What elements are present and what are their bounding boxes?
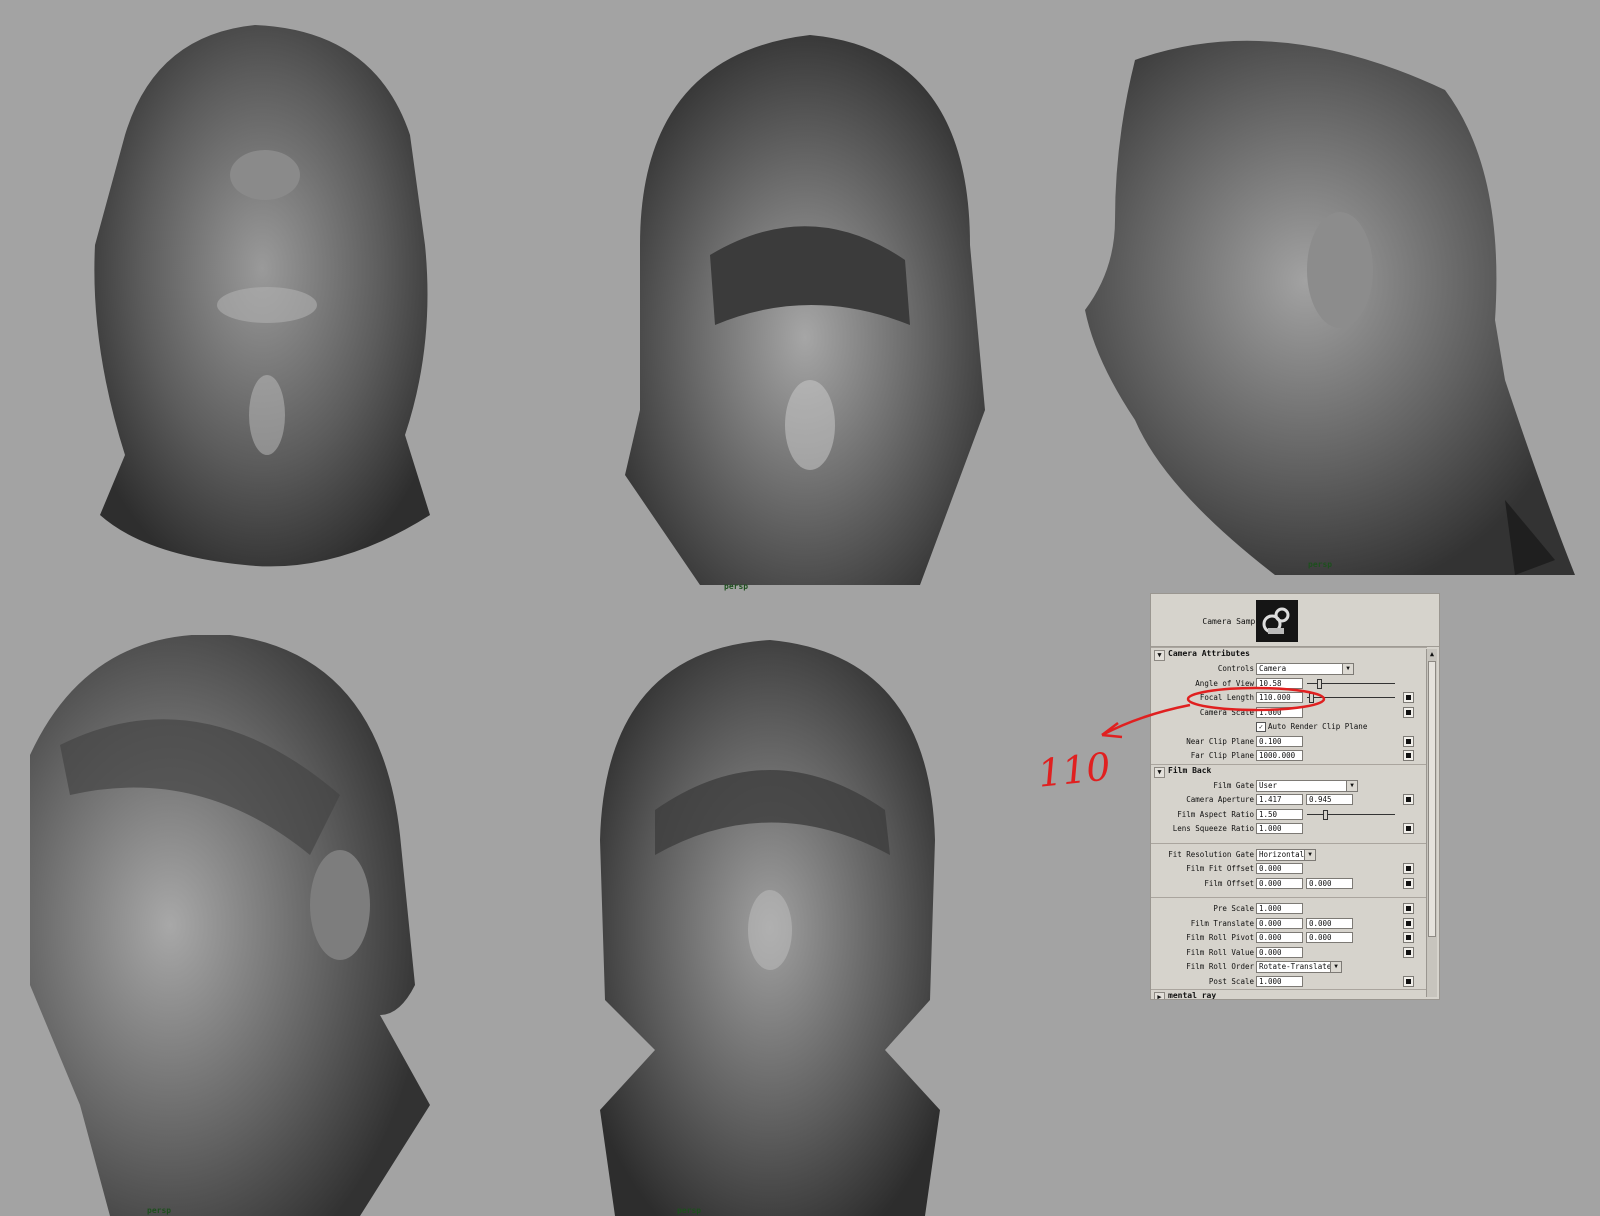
film-aspect-ratio-slider[interactable] — [1307, 809, 1395, 820]
film-roll-value-label: Film Roll Value — [1186, 947, 1254, 957]
map-button[interactable] — [1403, 975, 1414, 987]
chevron-down-icon: ▼ — [1304, 849, 1315, 860]
post-scale-label: Post Scale — [1208, 976, 1254, 986]
film-roll-order-label: Film Roll Order — [1186, 962, 1254, 971]
film-translate-field-1[interactable]: 0.000 — [1256, 917, 1303, 929]
row-film-roll-pivot: Film Roll Pivot 0.000 0.000 — [1151, 931, 1427, 946]
film-translate-field-2[interactable]: 0.000 — [1306, 917, 1353, 929]
film-roll-pivot-label: Film Roll Pivot — [1186, 933, 1254, 942]
map-button[interactable] — [1403, 823, 1414, 834]
map-button[interactable] — [1403, 863, 1414, 874]
map-button[interactable] — [1403, 750, 1414, 761]
row-film-offset: Film Offset 0.000 0.000 — [1151, 877, 1427, 892]
section-title: mental ray — [1168, 991, 1217, 999]
fit-resolution-gate-label: Fit Resolution Gate — [1168, 849, 1254, 859]
scrollbar-thumb[interactable] — [1428, 661, 1436, 937]
map-button[interactable] — [1403, 903, 1414, 914]
row-film-roll-order: Film Roll Order Rotate-Translate ▼ — [1151, 960, 1427, 975]
film-offset-field-1[interactable]: 0.000 — [1256, 877, 1303, 889]
film-roll-order-dropdown[interactable]: Rotate-Translate ▼ — [1256, 961, 1342, 973]
chevron-down-icon: ▼ — [1330, 962, 1341, 972]
viewport-side[interactable] — [1075, 20, 1580, 575]
viewport-front-high[interactable] — [620, 25, 1000, 595]
collapse-triangle-icon[interactable]: ▼ — [1154, 650, 1165, 661]
pre-scale-label: Pre Scale — [1213, 904, 1254, 913]
viewport-label-front-high: persp — [724, 582, 749, 591]
lens-squeeze-ratio-field[interactable]: 1.000 — [1256, 823, 1303, 834]
controls-label: Controls — [1217, 664, 1254, 673]
section-camera-attributes[interactable]: ▼ Camera Attributes — [1151, 647, 1427, 662]
controls-dropdown[interactable]: Camera ▼ — [1256, 663, 1354, 675]
row-fit-resolution-gate: Fit Resolution Gate Horizontal ▼ — [1151, 848, 1427, 863]
panel-header: Camera Sample — [1151, 594, 1439, 647]
map-button[interactable] — [1403, 877, 1414, 889]
slider-knob[interactable] — [1323, 809, 1328, 820]
row-lens-squeeze-ratio: Lens Squeeze Ratio 1.000 — [1151, 822, 1427, 837]
viewport-front[interactable] — [585, 640, 955, 1216]
map-button[interactable] — [1403, 706, 1414, 718]
film-offset-label: Film Offset — [1204, 878, 1254, 888]
expand-triangle-icon[interactable]: ▶ — [1154, 992, 1165, 999]
separator — [1151, 837, 1427, 844]
row-film-aspect-ratio: Film Aspect Ratio 1.50 — [1151, 808, 1427, 823]
film-roll-value-field[interactable]: 0.000 — [1256, 946, 1303, 958]
camera-node-icon — [1262, 607, 1290, 634]
scroll-up-icon[interactable]: ▲ — [1427, 649, 1437, 659]
annotation-text: 110 — [1035, 744, 1113, 796]
film-roll-pivot-field-2[interactable]: 0.000 — [1306, 932, 1353, 943]
separator — [1151, 891, 1427, 898]
film-fit-offset-label: Film Fit Offset — [1186, 864, 1254, 873]
film-aspect-ratio-field[interactable]: 1.50 — [1256, 808, 1303, 820]
map-button[interactable] — [1403, 932, 1414, 943]
row-film-fit-offset: Film Fit Offset 0.000 — [1151, 862, 1427, 877]
arrow-line — [1101, 703, 1191, 737]
viewport-label-three-quarter: persp — [147, 1206, 172, 1215]
chevron-down-icon: ▼ — [1346, 780, 1357, 791]
film-aspect-ratio-label: Film Aspect Ratio — [1177, 809, 1254, 819]
film-offset-field-2[interactable]: 0.000 — [1306, 877, 1353, 889]
map-button[interactable] — [1403, 917, 1414, 929]
map-button[interactable] — [1403, 946, 1414, 958]
fit-resolution-gate-dropdown[interactable]: Horizontal ▼ — [1256, 848, 1316, 861]
chevron-down-icon: ▼ — [1342, 664, 1353, 674]
vertical-scrollbar[interactable]: ▲ — [1426, 649, 1437, 997]
map-button[interactable] — [1403, 692, 1414, 703]
map-button[interactable] — [1403, 794, 1414, 805]
row-film-roll-value: Film Roll Value 0.000 — [1151, 946, 1427, 961]
film-roll-order-value: Rotate-Translate — [1259, 962, 1332, 971]
section-title: Camera Attributes — [1168, 649, 1250, 658]
viewport-label-front: persp — [677, 1206, 702, 1215]
row-film-translate: Film Translate 0.000 0.000 — [1151, 917, 1427, 932]
film-fit-offset-field[interactable]: 0.000 — [1256, 863, 1303, 874]
controls-value: Camera — [1259, 664, 1287, 673]
film-translate-label: Film Translate — [1190, 918, 1254, 928]
camera-node-swatch[interactable] — [1256, 600, 1298, 642]
row-pre-scale: Pre Scale 1.000 — [1151, 902, 1427, 917]
pre-scale-field[interactable]: 1.000 — [1256, 903, 1303, 914]
viewport-three-quarter[interactable] — [20, 635, 440, 1216]
section-mental-ray[interactable]: ▶ mental ray — [1151, 989, 1427, 999]
film-roll-pivot-field-1[interactable]: 0.000 — [1256, 932, 1303, 943]
post-scale-field[interactable]: 1.000 — [1256, 975, 1303, 987]
highlight-ellipse — [1186, 686, 1326, 712]
viewport-label-side: persp — [1308, 560, 1333, 569]
row-post-scale: Post Scale 1.000 — [1151, 975, 1427, 990]
fit-resolution-gate-value: Horizontal — [1259, 849, 1305, 859]
viewport-from-below[interactable] — [85, 15, 440, 575]
lens-squeeze-ratio-label: Lens Squeeze Ratio — [1172, 824, 1254, 833]
map-button[interactable] — [1403, 735, 1414, 747]
